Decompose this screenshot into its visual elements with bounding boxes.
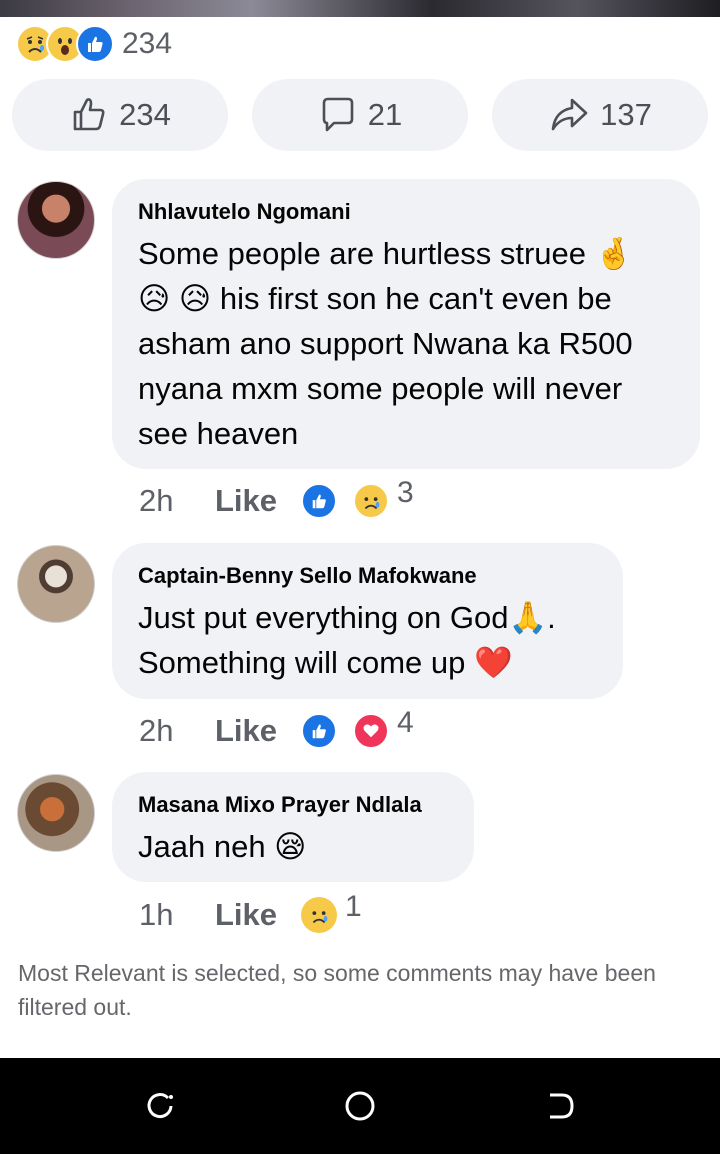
comment-count: 21	[367, 97, 403, 132]
comment-bubble[interactable]: Nhlavutelo Ngomani Some people are hurtl…	[112, 179, 700, 469]
commenter-avatar[interactable]	[17, 181, 95, 259]
comment-meta: 2h Like 3	[139, 476, 414, 519]
commenter-avatar[interactable]	[17, 774, 95, 852]
recent-apps-icon[interactable]	[142, 1088, 178, 1124]
comment-author[interactable]: Nhlavutelo Ngomani	[138, 199, 674, 225]
comment-reaction-count: 3	[397, 476, 414, 509]
home-icon[interactable]	[342, 1088, 378, 1124]
reactions-summary[interactable]: 234	[16, 24, 172, 64]
comment-author[interactable]: Captain-Benny Sello Mafokwane	[138, 563, 597, 589]
comment-text: Just put everything on God🙏. Something w…	[138, 600, 556, 680]
share-icon	[551, 98, 588, 131]
comment-author[interactable]: Masana Mixo Prayer Ndlala	[138, 792, 448, 818]
back-icon[interactable]	[542, 1088, 578, 1124]
comment-bubble[interactable]: Captain-Benny Sello Mafokwane Just put e…	[112, 543, 623, 699]
comment-time[interactable]: 2h	[139, 483, 215, 519]
filter-notice: Most Relevant is selected, so some comme…	[18, 960, 656, 1020]
like-button[interactable]: 234	[12, 79, 228, 151]
comment-like-button[interactable]: Like	[215, 713, 277, 749]
thumbs-up-icon	[73, 98, 105, 131]
post-image-bottom-edge[interactable]	[0, 0, 720, 17]
post-action-bar: 234 21 137	[0, 79, 720, 151]
like-react-icon	[301, 713, 338, 749]
like-react-icon	[76, 25, 114, 63]
share-button[interactable]: 137	[492, 79, 708, 151]
comment-text: Some people are hurtless struee 🤞 😥 😥 hi…	[138, 236, 634, 451]
comment-time[interactable]: 2h	[139, 713, 215, 749]
comment-reactions[interactable]	[301, 483, 390, 519]
comment-reactions[interactable]	[301, 713, 390, 749]
sad-react-icon	[301, 897, 338, 933]
system-nav-bar	[0, 1058, 720, 1154]
comment-like-button[interactable]: Like	[215, 897, 277, 933]
comment-like-button[interactable]: Like	[215, 483, 277, 519]
comment-bubble[interactable]: Masana Mixo Prayer Ndlala Jaah neh 😪	[112, 772, 474, 882]
comment-meta: 2h Like 4	[139, 706, 414, 749]
comment-reaction-count: 4	[397, 706, 414, 739]
reaction-total-count: 234	[122, 27, 173, 60]
comment-reaction-count: 1	[345, 890, 362, 923]
comment-time[interactable]: 1h	[139, 897, 215, 933]
comment-button[interactable]: 21	[252, 79, 468, 151]
commenter-avatar[interactable]	[17, 545, 95, 623]
love-react-icon	[353, 713, 390, 749]
like-react-icon	[301, 483, 338, 519]
comment-icon	[322, 97, 354, 132]
comment-reactions[interactable]	[301, 897, 338, 933]
comment-text: Jaah neh 😪	[138, 829, 307, 864]
like-count: 234	[119, 97, 171, 132]
share-count: 137	[600, 97, 652, 132]
sad-react-icon	[353, 483, 390, 519]
comment-meta: 1h Like 1	[139, 890, 362, 933]
